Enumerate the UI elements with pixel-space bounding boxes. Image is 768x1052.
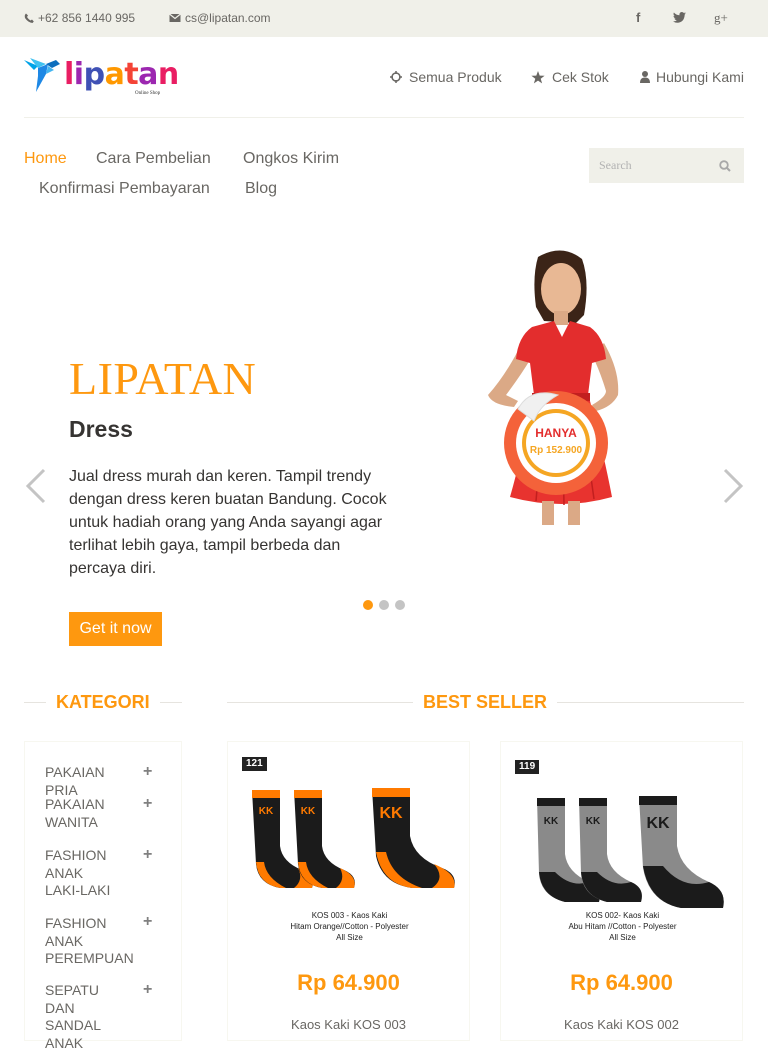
product-name-line: Abu Hitam //Cotton - Polyester xyxy=(568,922,677,931)
nav-home[interactable]: Home xyxy=(24,150,67,168)
expand-plus-icon[interactable]: + xyxy=(143,763,152,781)
sock-brand: KK xyxy=(301,806,316,817)
product-name-line: KOS 003 - Kaos Kaki xyxy=(311,911,388,920)
product-card[interactable]: 119 KK KK KK KOS 002- Kaos Kaki Abu Hita… xyxy=(500,741,743,1041)
product-price: Rp 64.900 xyxy=(297,970,400,995)
product-card[interactable]: 121 KK KK KK KOS 003 - Kaos Kaki Hitam O… xyxy=(227,741,470,1041)
slide-model-image: HANYA Rp 152.900 xyxy=(470,245,640,525)
slider-prev-arrow-icon[interactable] xyxy=(24,468,48,504)
phone-icon xyxy=(24,13,34,23)
slider-next-arrow-icon[interactable] xyxy=(721,468,745,504)
sticker-price: Rp 152.900 xyxy=(530,445,583,456)
crosshair-icon xyxy=(390,71,402,83)
sticker-label: HANYA xyxy=(535,426,577,440)
header-nav-cek-stok[interactable]: Cek Stok xyxy=(531,69,609,85)
envelope-icon xyxy=(169,13,181,22)
logo-wordmark: lipatan xyxy=(64,57,179,92)
category-fashion-anak-perempuan[interactable]: FASHION ANAK PEREMPUAN xyxy=(45,915,135,968)
google-plus-icon[interactable]: g+ xyxy=(714,10,728,26)
product-image-grey-socks: KK KK KK xyxy=(537,796,724,908)
nav-konfirmasi-pembayaran[interactable]: Konfirmasi Pembayaran xyxy=(39,180,210,198)
product-code[interactable]: Kaos Kaki KOS 002 xyxy=(500,1017,743,1032)
slider-dot-1[interactable] xyxy=(363,600,373,610)
star-icon xyxy=(531,70,545,83)
category-pakaian-pria[interactable]: PAKAIAN PRIA xyxy=(45,764,135,799)
email-address: cs@lipatan.com xyxy=(185,11,271,25)
phone-number: +62 856 1440 995 xyxy=(38,11,136,25)
slider-dot-3[interactable] xyxy=(395,600,405,610)
header-nav-label: Hubungi Kami xyxy=(656,69,744,85)
twitter-icon[interactable] xyxy=(673,12,686,23)
slider-dot-2[interactable] xyxy=(379,600,389,610)
search-input[interactable] xyxy=(589,148,714,183)
product-name-line: All Size xyxy=(336,933,363,942)
nav-blog[interactable]: Blog xyxy=(245,180,277,198)
product-name-line: KOS 002- Kaos Kaki xyxy=(585,911,660,920)
category-section-title: KATEGORI xyxy=(46,692,160,713)
product-name-line: Hitam Orange//Cotton - Polyester xyxy=(290,922,409,931)
expand-plus-icon[interactable]: + xyxy=(143,846,152,864)
get-it-now-button[interactable]: Get it now xyxy=(69,612,162,646)
header-divider xyxy=(24,117,744,118)
product-price: Rp 64.900 xyxy=(570,970,673,995)
category-pakaian-wanita[interactable]: PAKAIAN WANITA xyxy=(45,796,115,831)
sock-brand: KK xyxy=(259,806,274,817)
search-box xyxy=(589,148,744,183)
category-fashion-anak-laki-laki[interactable]: FASHION ANAK LAKI-LAKI xyxy=(45,847,113,900)
nav-ongkos-kirim[interactable]: Ongkos Kirim xyxy=(243,150,339,168)
facebook-icon[interactable]: f xyxy=(636,10,640,25)
user-icon xyxy=(640,71,650,83)
product-code[interactable]: Kaos Kaki KOS 003 xyxy=(227,1017,470,1032)
product-image-orange-socks: KK KK KK xyxy=(252,788,455,888)
header-nav-label: Semua Produk xyxy=(409,69,502,85)
expand-plus-icon[interactable]: + xyxy=(143,795,152,813)
search-icon[interactable] xyxy=(719,160,731,172)
product-name-line: All Size xyxy=(609,933,636,942)
header-nav-hubungi-kami[interactable]: Hubungi Kami xyxy=(640,69,744,85)
header-nav-semua-produk[interactable]: Semua Produk xyxy=(390,69,502,85)
phone-contact[interactable]: +62 856 1440 995 xyxy=(24,11,135,25)
slide-brand: LIPATAN xyxy=(69,353,257,404)
nav-cara-pembelian[interactable]: Cara Pembelian xyxy=(96,150,211,168)
email-contact[interactable]: cs@lipatan.com xyxy=(169,11,271,25)
bestseller-section-title: BEST SELLER xyxy=(413,692,558,713)
sock-brand: KK xyxy=(544,816,559,827)
expand-plus-icon[interactable]: + xyxy=(143,913,152,931)
header-nav-label: Cek Stok xyxy=(552,69,609,85)
logo[interactable]: lipatan Online Shop xyxy=(24,56,179,100)
product-badge: 121 xyxy=(242,757,267,771)
category-sepatu-dan-sandal-anak[interactable]: SEPATU DAN SANDAL ANAK xyxy=(45,982,131,1052)
sock-brand: KK xyxy=(646,815,670,832)
sock-brand: KK xyxy=(379,805,403,822)
logo-tagline: Online Shop xyxy=(135,91,161,96)
expand-plus-icon[interactable]: + xyxy=(143,981,152,999)
slide-description: Jual dress murah dan keren. Tampil trend… xyxy=(69,468,387,577)
top-bar: +62 856 1440 995 cs@lipatan.com f g+ xyxy=(0,0,768,37)
slide-title: Dress xyxy=(69,416,133,442)
sock-brand: KK xyxy=(586,816,601,827)
product-badge: 119 xyxy=(515,760,540,774)
